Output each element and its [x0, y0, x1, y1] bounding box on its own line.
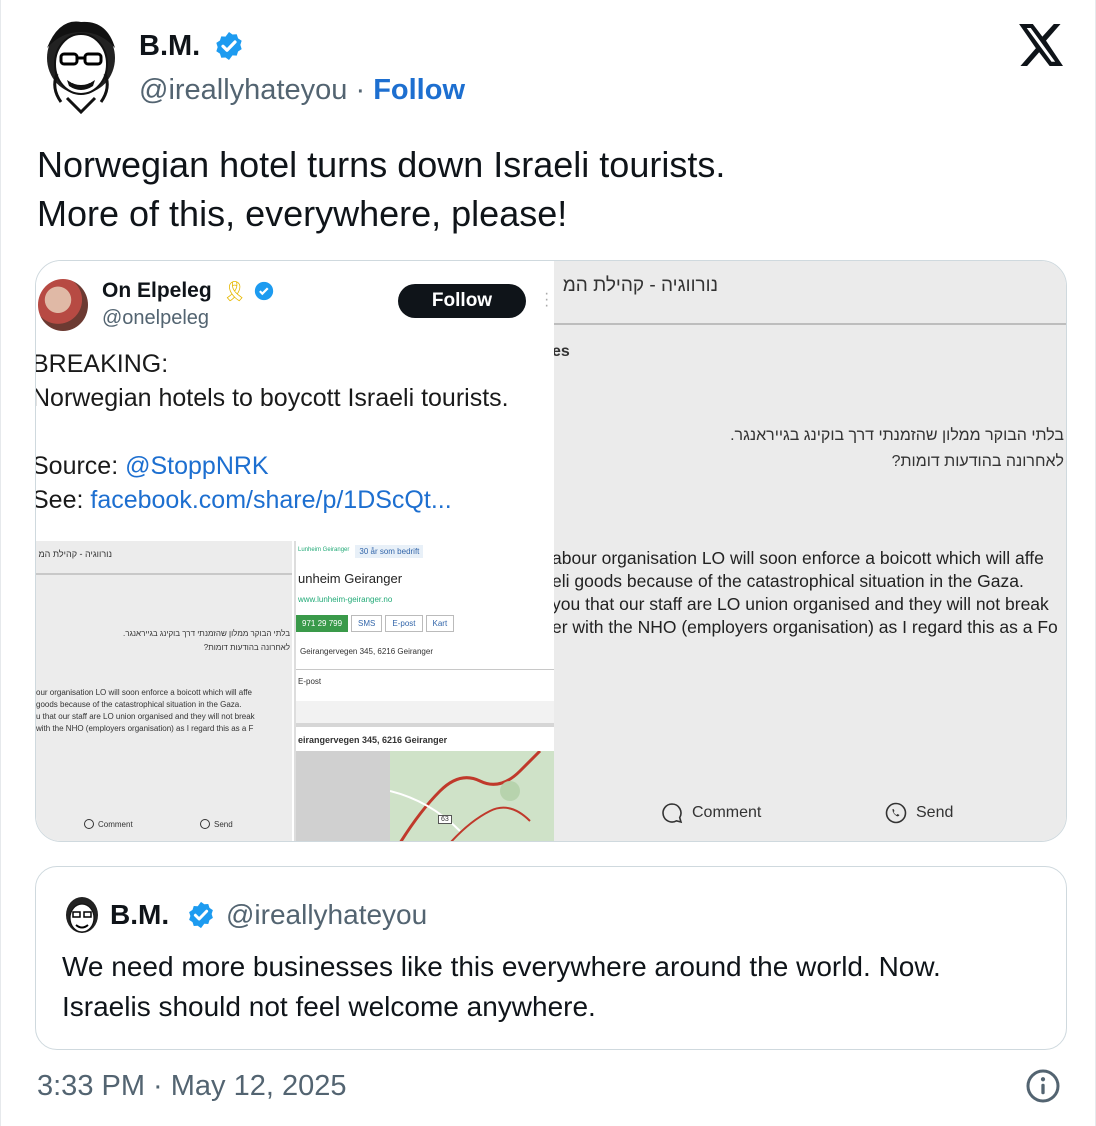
comment-icon: [662, 803, 683, 824]
inner-avatar: [38, 279, 88, 331]
thumb2-street-photo: [296, 751, 390, 841]
thumb2-sms: SMS: [351, 615, 383, 632]
embedded-tweet-screenshot: On Elpeleg 🎗 @onelpeleg Follow · · · BREAK…: [36, 261, 554, 841]
author-avatar[interactable]: [37, 18, 125, 114]
verified-badge-icon: [254, 281, 274, 301]
inner-follow-button: Follow: [398, 284, 526, 318]
author-name[interactable]: B.M.: [139, 30, 200, 63]
hotel-listing-thumbnail: Lunheim Geiranger 30 år som bedrift unhe…: [294, 541, 554, 841]
thumb2-address: Geirangervegen 345, 6216 Geiranger: [300, 647, 433, 656]
inner-line-source: Source: @StoppNRK: [36, 452, 269, 480]
inner-line-see: See: facebook.com/share/p/1DScQt...: [36, 486, 452, 514]
thumb1-heb-title: נורווגיה - קהילת המ: [38, 549, 112, 559]
thumb2-url: www.lunheim-geiranger.no: [298, 595, 393, 604]
inner-line-2: Norwegian hotels to boycott Israeli tour…: [36, 384, 509, 412]
tweet-line-1: Norwegian hotel turns down Israeli touri…: [37, 144, 726, 185]
inner-author-handle: @onelpeleg: [102, 307, 210, 329]
right-heb-2: לאחרונה בהודעות דומות?: [891, 453, 1064, 470]
thumb2-kart: Kart: [425, 615, 455, 632]
thumb1-english: our organisation LO will soon enforce a …: [36, 688, 255, 733]
thumb2-tag2: 30 år som bedrift: [355, 545, 424, 558]
yellow-ribbon-icon: 🎗: [222, 281, 248, 303]
facebook-post-zoomed: נורווגיה - קהילת המ es בלתי הבוקר ממלון …: [554, 261, 1066, 841]
inner-line-1: BREAKING:: [36, 350, 169, 378]
tweet-text: Norwegian hotel turns down Israeli touri…: [37, 140, 725, 238]
thumb2-tag1: Lunheim Geiranger: [298, 547, 350, 553]
thumb2-map: 63: [390, 751, 554, 841]
tweet-line-2: More of this, everywhere, please!: [37, 193, 568, 234]
media-image[interactable]: On Elpeleg 🎗 @onelpeleg Follow · · · BREAK…: [35, 260, 1067, 842]
thumb2-phone: 971 29 799: [296, 615, 349, 632]
thumb2-title: unheim Geiranger: [298, 571, 403, 586]
quote-author-avatar: [66, 897, 98, 933]
separator: ·: [355, 74, 366, 106]
right-es-fragment: es: [554, 343, 570, 360]
quote-tweet[interactable]: B.M. @ireallyhateyou We need more busine…: [35, 866, 1067, 1050]
inner-blank-line: [36, 415, 509, 449]
inner-tweet-text: BREAKING: Norwegian hotels to boycott Is…: [36, 347, 509, 517]
timestamp[interactable]: 3:33 PM · May 12, 2025: [37, 1070, 347, 1103]
info-icon[interactable]: [1025, 1068, 1061, 1104]
right-heb-title: נורווגיה - קהילת המ: [562, 275, 718, 296]
follow-button[interactable]: Follow: [373, 74, 465, 106]
whatsapp-send-icon: [885, 802, 907, 824]
thumb2-map-address: eirangervegen 345, 6216 Geiranger: [298, 735, 448, 745]
quote-author-handle: @ireallyhateyou: [226, 899, 428, 930]
thumb2-epost-label: E-post: [298, 677, 322, 686]
right-heb-1: בלתי הבוקר ממלון שהזמנתי דרך בוקינג בגיי…: [730, 427, 1064, 444]
inner-author-name: On Elpeleg: [102, 279, 212, 302]
tweet-card: B.M. @ireallyhateyou · Follow Norwegian …: [0, 0, 1096, 1126]
right-english-text: abour organisation LO will soon enforce …: [554, 548, 1058, 637]
verified-badge-icon: [189, 901, 213, 929]
thumb2-epost: E-post: [385, 615, 423, 632]
x-logo-icon[interactable]: [1019, 24, 1065, 66]
comment-action: Comment: [660, 801, 761, 825]
road-number: 63: [438, 815, 452, 824]
quote-text: We need more businesses like this everyw…: [62, 951, 941, 1022]
thumb1-comment: Comment: [84, 819, 133, 829]
author-handle[interactable]: @ireallyhateyou: [139, 74, 347, 106]
thumb1-heb-2: לאחרונה בהודעות דומות?: [203, 643, 290, 652]
thumb1-heb-1: בלתי הבוקר ממלון שהזמנתי דרך בוקינג בגיי…: [123, 629, 290, 638]
verified-badge-icon: [216, 32, 242, 60]
send-action: Send: [884, 801, 953, 825]
thumb1-send: Send: [200, 819, 233, 829]
author-handle-row: @ireallyhateyou · Follow: [139, 74, 465, 107]
more-dots-icon: · · ·: [544, 285, 550, 314]
facebook-post-thumbnail: נורווגיה - קהילת המ בלתי הבוקר ממלון שהז…: [36, 541, 292, 841]
quote-author-name: B.M.: [110, 899, 170, 930]
